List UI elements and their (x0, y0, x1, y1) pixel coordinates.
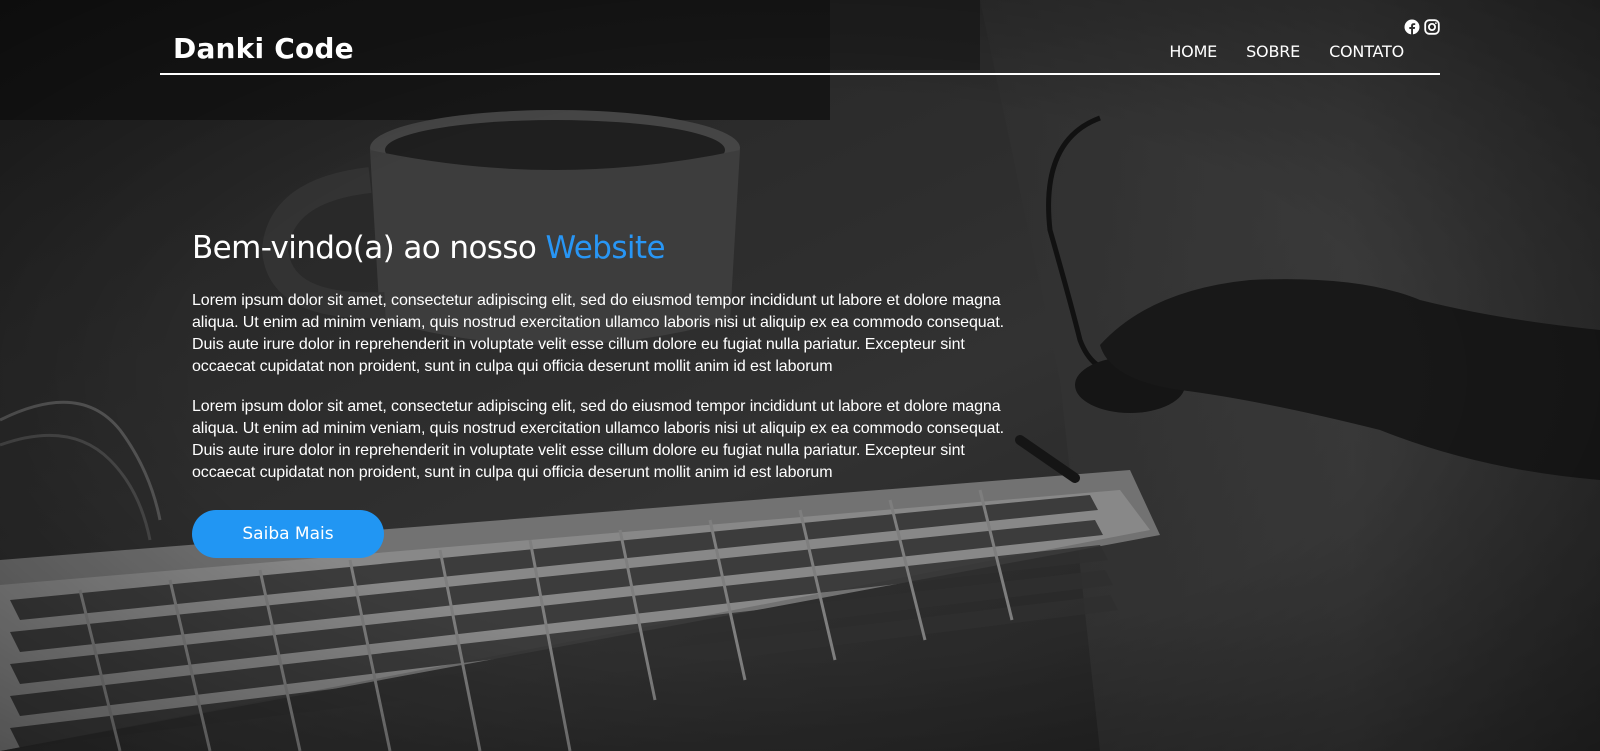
hero-section: Danki Code HOME SOBRE CONTATO Bem-vindo(… (0, 0, 1600, 751)
headline-accent: Website (545, 230, 666, 266)
hero-paragraph-2: Lorem ipsum dolor sit amet, consectetur … (192, 398, 1005, 481)
facebook-icon[interactable] (1404, 19, 1420, 35)
nav-item-home[interactable]: HOME (1169, 42, 1217, 62)
logo[interactable]: Danki Code (173, 31, 354, 67)
nav-item-contato[interactable]: CONTATO (1329, 42, 1404, 62)
headline-prefix: Bem-vindo(a) ao nosso (192, 230, 546, 266)
site-header: Danki Code HOME SOBRE CONTATO (160, 0, 1440, 75)
social-links (1404, 19, 1440, 35)
hero-paragraph-1: Lorem ipsum dolor sit amet, consectetur … (192, 292, 1005, 375)
nav-item-sobre[interactable]: SOBRE (1246, 42, 1300, 62)
instagram-icon[interactable] (1424, 19, 1440, 35)
saiba-mais-button[interactable]: Saiba Mais (192, 510, 384, 558)
hero-headline: Bem-vindo(a) ao nosso Website (192, 228, 1012, 268)
hero-content: Bem-vindo(a) ao nosso Website Lorem ipsu… (192, 228, 1012, 558)
main-nav: HOME SOBRE CONTATO (1169, 42, 1404, 62)
